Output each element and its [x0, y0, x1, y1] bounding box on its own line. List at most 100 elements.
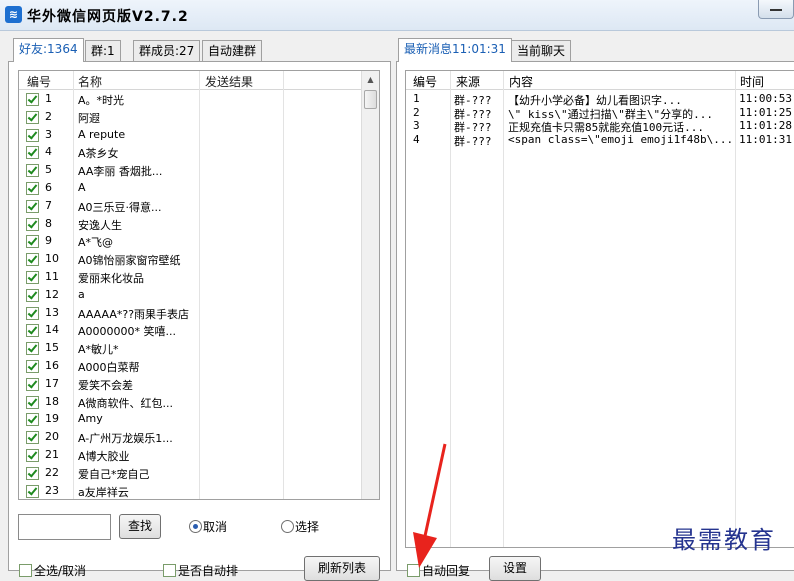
row-name: A	[78, 181, 86, 194]
row-result	[199, 446, 354, 464]
row-num: 21	[45, 448, 59, 461]
table-row[interactable]: 12 a	[19, 286, 379, 304]
header-msg-num: 编号	[413, 75, 438, 89]
table-row[interactable]: 10 A0锦怡丽家窗帘壁纸	[19, 250, 379, 268]
row-name: 爱丽来化妆品	[78, 272, 144, 285]
check-all-label: 全选/取消	[34, 564, 87, 578]
row-checkbox[interactable]	[26, 235, 39, 249]
table-row[interactable]: 5 AA李丽 香烟批...	[19, 161, 379, 179]
check-all-checkbox[interactable]	[19, 564, 32, 577]
row-num: 22	[45, 465, 59, 479]
row-checkbox[interactable]	[26, 449, 39, 462]
row-result	[199, 232, 354, 250]
row-result	[199, 161, 354, 179]
row-checkbox[interactable]	[26, 484, 39, 498]
row-num: 17	[45, 376, 59, 390]
msg-num: 4	[413, 132, 420, 146]
watermark: 最需教育	[672, 526, 776, 554]
tab-current-chat[interactable]: 当前聊天	[511, 40, 572, 62]
row-checkbox[interactable]	[26, 110, 39, 124]
msg-time: 11:01:25	[739, 105, 792, 119]
row-name: A0000000* 笑嘻...	[78, 325, 177, 339]
tab-group-members[interactable]: 群成员:27	[133, 40, 201, 62]
header-name: 名称	[78, 75, 103, 89]
table-row[interactable]: 14 A0000000* 笑嘻...	[19, 321, 379, 339]
row-checkbox[interactable]	[26, 306, 39, 320]
row-name: A0锦怡丽家窗帘壁纸	[78, 254, 181, 268]
row-checkbox[interactable]	[26, 395, 39, 409]
row-checkbox[interactable]	[26, 146, 39, 160]
radio-select[interactable]	[281, 520, 294, 533]
header-result: 发送结果	[205, 75, 254, 89]
row-num: 20	[45, 430, 59, 444]
table-row[interactable]: 17 爱笑不会差	[19, 375, 379, 393]
row-result	[199, 321, 354, 339]
tab-auto-create-group[interactable]: 自动建群	[202, 40, 263, 62]
row-num: 5	[45, 163, 52, 177]
row-num: 13	[45, 305, 59, 319]
search-input[interactable]	[18, 514, 111, 540]
table-row[interactable]: 18 A微商软件、红包...	[19, 393, 379, 411]
row-num: 7	[45, 198, 52, 212]
table-row[interactable]: 4 A茶乡女	[19, 143, 379, 161]
friends-scrollbar[interactable]: ▲	[361, 71, 379, 499]
minimize-icon	[770, 9, 782, 11]
table-row[interactable]: 3 A repute	[19, 126, 379, 144]
table-row[interactable]: 13 AAAAA*??雨果手表店	[19, 304, 379, 322]
message-row[interactable]: 4 群-??? <span class=\"emoji emoji1f48b\...…	[406, 132, 794, 148]
row-checkbox[interactable]	[26, 164, 39, 178]
row-name: A茶乡女	[78, 147, 119, 161]
msg-content: <span class=\"emoji emoji1f48b\...	[508, 132, 732, 146]
row-checkbox[interactable]	[26, 199, 39, 213]
row-name: A。*时光	[78, 94, 125, 107]
msg-num: 1	[413, 92, 420, 105]
row-name: a	[78, 287, 85, 301]
row-checkbox[interactable]	[26, 271, 39, 284]
table-row[interactable]: 9 A*飞@	[19, 232, 379, 250]
table-row[interactable]: 11 爱丽来化妆品	[19, 268, 379, 286]
search-button[interactable]: 查找	[119, 514, 161, 539]
row-name: 爱笑不会差	[78, 378, 133, 392]
table-row[interactable]: 22 爱自己*宠自己	[19, 464, 379, 482]
row-checkbox[interactable]	[26, 413, 39, 427]
message-row[interactable]: 1 群-??? 【幼升小学必备】幼儿看图识字... 11:00:53	[406, 92, 794, 107]
table-row[interactable]: 19 Amy	[19, 410, 379, 428]
table-row[interactable]: 21 A博大胶业	[19, 446, 379, 464]
table-row[interactable]: 16 A000白菜帮	[19, 357, 379, 375]
row-checkbox[interactable]	[26, 128, 39, 142]
tab-friends[interactable]: 好友:1364	[13, 38, 84, 62]
table-row[interactable]: 1 A。*时光	[19, 90, 379, 108]
row-checkbox[interactable]	[26, 466, 39, 480]
row-name: A*飞@	[78, 236, 114, 250]
friends-table: 编号 名称 发送结果 1 A。*时光 2 阿遐 3 A repute 4 A茶乡女 5 AA李丽 …	[18, 70, 380, 500]
row-checkbox[interactable]	[26, 253, 39, 267]
table-row[interactable]: 6A	[19, 179, 379, 197]
tab-latest-messages[interactable]: 最新消息11:01:31	[398, 38, 512, 62]
table-row[interactable]: 20 A-广州万龙娱乐1...	[19, 428, 379, 446]
tab-groups[interactable]: 群:1	[85, 40, 121, 62]
message-row[interactable]: 3 群-??? 正规充值卡只需85就能充值100元话... 11:01:28	[406, 119, 794, 134]
table-row[interactable]: 2 阿遐	[19, 108, 379, 126]
row-checkbox[interactable]	[26, 324, 39, 338]
row-checkbox[interactable]	[26, 377, 39, 391]
row-checkbox[interactable]	[26, 360, 39, 373]
row-checkbox[interactable]	[26, 182, 39, 195]
row-checkbox[interactable]	[26, 288, 39, 302]
table-row[interactable]: 8 安逸人生	[19, 215, 379, 233]
table-row[interactable]: 15 A*敏儿*	[19, 339, 379, 357]
row-checkbox[interactable]	[26, 342, 39, 356]
radio-cancel[interactable]	[189, 520, 202, 533]
red-annotation-arrow-icon	[413, 443, 447, 568]
scroll-up-icon[interactable]: ▲	[362, 71, 379, 88]
msg-num: 2	[413, 105, 420, 119]
row-checkbox[interactable]	[26, 93, 39, 106]
table-row[interactable]: 7 A0三乐豆·得意...	[19, 197, 379, 215]
row-checkbox[interactable]	[26, 431, 39, 445]
row-result	[199, 90, 354, 108]
minimize-button[interactable]	[758, 0, 794, 19]
message-row[interactable]: 2 群-??? \" kiss\"通过扫描\"群主\"分享的... 11:01:25	[406, 105, 794, 121]
row-checkbox[interactable]	[26, 217, 39, 231]
auto-sort-checkbox[interactable]	[163, 564, 176, 577]
scroll-thumb[interactable]	[364, 90, 377, 109]
table-row[interactable]: 23 a友岸祥云	[19, 482, 379, 499]
